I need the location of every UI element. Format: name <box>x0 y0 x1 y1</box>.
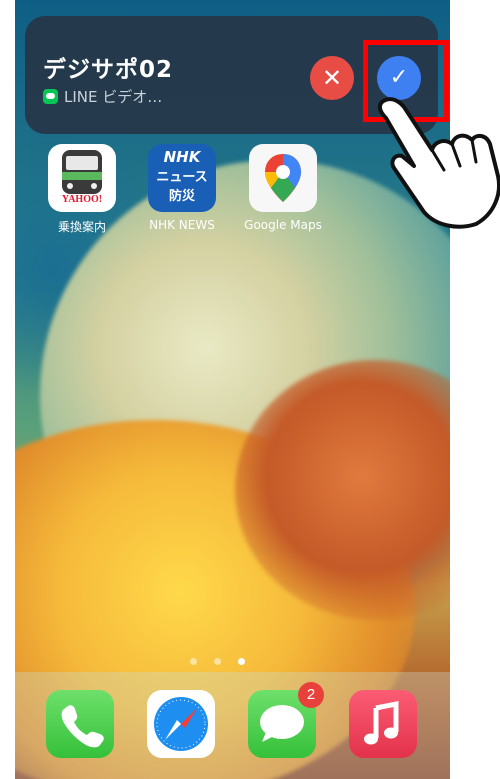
page-indicator[interactable] <box>0 650 435 669</box>
app-nhk-news[interactable]: NHK ニュース 防災 NHK NEWS <box>142 144 222 232</box>
nhk-bousai-text: 防災 <box>168 189 195 204</box>
call-type-label: LINE ビデオ… <box>43 86 162 107</box>
call-type-text: LINE ビデオ… <box>64 88 163 106</box>
page-dot <box>189 658 197 665</box>
dock-phone-app[interactable] <box>46 690 114 758</box>
decline-call-button[interactable]: ✕ <box>310 56 354 100</box>
app-label: Google Maps <box>244 218 322 232</box>
app-google-maps[interactable]: Google Maps <box>243 144 323 232</box>
dock-safari-app[interactable] <box>147 690 215 758</box>
transit-train-icon: YAHOO! <box>48 144 116 212</box>
phone-icon <box>61 705 104 748</box>
line-app-icon <box>43 89 58 104</box>
nhk-news-text: ニュース <box>156 170 208 185</box>
caller-name: デジサポ02 <box>43 57 174 83</box>
page-dot-active <box>238 658 246 665</box>
google-maps-pin-icon <box>249 144 317 212</box>
page-dot <box>214 658 221 665</box>
pointing-hand-icon <box>377 97 500 229</box>
dock-messages-app[interactable]: 2 <box>248 682 324 758</box>
notification-badge: 2 <box>298 682 324 708</box>
nhk-logo-text: NHK <box>163 148 201 166</box>
app-transit[interactable]: YAHOO! 乗換案内 <box>42 144 122 235</box>
app-label: 乗換案内 <box>57 220 106 234</box>
app-label: NHK NEWS <box>149 218 215 232</box>
music-note-icon <box>364 700 399 745</box>
compass-icon <box>154 697 208 751</box>
transit-icon-text: YAHOO! <box>61 194 103 205</box>
nhk-news-icon: NHK ニュース 防災 <box>148 144 216 212</box>
dock-music-app[interactable] <box>349 690 417 758</box>
